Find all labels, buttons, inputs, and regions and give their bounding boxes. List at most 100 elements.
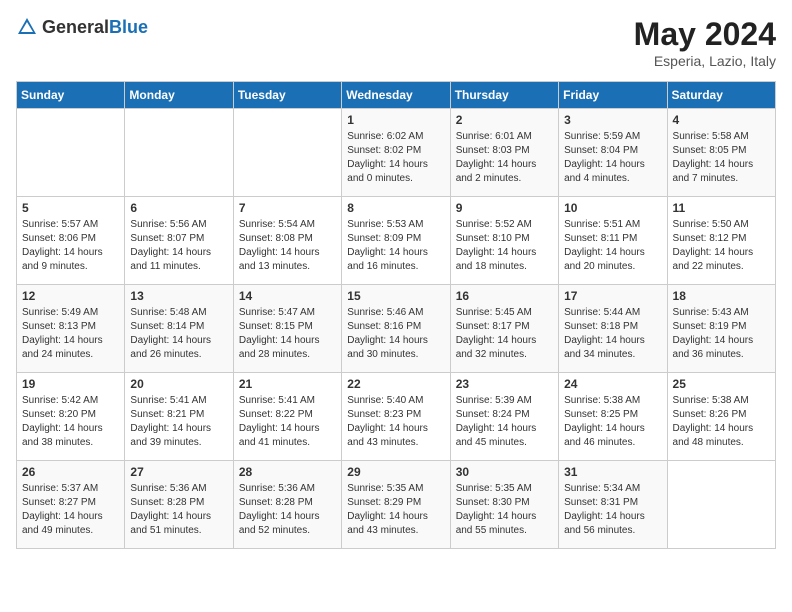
calendar-day-cell: 26 Sunrise: 5:37 AMSunset: 8:27 PMDayligh… [17,461,125,549]
day-number: 24 [564,377,661,391]
calendar-week-row: 5Sunrise: 5:57 AMSunset: 8:06 PMDaylight… [17,197,776,285]
calendar-header-row: SundayMondayTuesdayWednesdayThursdayFrid… [17,82,776,109]
calendar-day-cell: 15Sunrise: 5:46 AMSunset: 8:16 PMDayligh… [342,285,450,373]
day-info: Sunrise: 5:45 AMSunset: 8:17 PMDaylight:… [456,306,553,362]
calendar-day-cell: 6 Sunrise: 5:56 AMSunset: 8:07 PMDaylight… [125,197,233,285]
header-day: Saturday [667,82,775,109]
day-info: Sunrise: 6:01 AMSunset: 8:03 PMDaylight:… [456,130,553,186]
day-info: Sunrise: 5:41 AMSunset: 8:21 PMDaylight:… [130,394,227,450]
day-number: 22 [347,377,444,391]
day-info: Sunrise: 5:40 AMSunset: 8:23 PMDaylight:… [347,394,444,450]
day-info: Sunrise: 5:57 AMSunset: 8:06 PMDaylight:… [22,218,119,274]
logo-icon [16,16,38,38]
day-number: 3 [564,113,661,127]
calendar-day-cell: 16 Sunrise: 5:45 AMSunset: 8:17 PMDayligh… [450,285,558,373]
day-number: 14 [239,289,336,303]
day-info: Sunrise: 5:59 AMSunset: 8:04 PMDaylight:… [564,130,661,186]
calendar-day-cell: 4Sunrise: 5:58 AMSunset: 8:05 PMDaylight… [667,109,775,197]
header-day: Tuesday [233,82,341,109]
calendar-day-cell: 21 Sunrise: 5:41 AMSunset: 8:22 PMDayligh… [233,373,341,461]
day-number: 1 [347,113,444,127]
day-info: Sunrise: 5:51 AMSunset: 8:11 PMDaylight:… [564,218,661,274]
day-info: Sunrise: 5:39 AMSunset: 8:24 PMDaylight:… [456,394,553,450]
day-info: Sunrise: 5:54 AMSunset: 8:08 PMDaylight:… [239,218,336,274]
day-number: 2 [456,113,553,127]
day-info: Sunrise: 5:43 AMSunset: 8:19 PMDaylight:… [673,306,770,362]
calendar-table: SundayMondayTuesdayWednesdayThursdayFrid… [16,81,776,549]
day-info: Sunrise: 5:52 AMSunset: 8:10 PMDaylight:… [456,218,553,274]
calendar-day-cell: 10 Sunrise: 5:51 AMSunset: 8:11 PMDayligh… [559,197,667,285]
day-info: Sunrise: 5:37 AMSunset: 8:27 PMDaylight:… [22,482,119,538]
day-number: 11 [673,201,770,215]
day-number: 4 [673,113,770,127]
header-day: Wednesday [342,82,450,109]
day-info: Sunrise: 5:53 AMSunset: 8:09 PMDaylight:… [347,218,444,274]
day-number: 28 [239,465,336,479]
day-number: 23 [456,377,553,391]
day-info: Sunrise: 5:36 AMSunset: 8:28 PMDaylight:… [130,482,227,538]
calendar-week-row: 26 Sunrise: 5:37 AMSunset: 8:27 PMDayligh… [17,461,776,549]
calendar-day-cell: 31 Sunrise: 5:34 AMSunset: 8:31 PMDayligh… [559,461,667,549]
calendar-day-cell: 19 Sunrise: 5:42 AMSunset: 8:20 PMDayligh… [17,373,125,461]
day-info: Sunrise: 5:56 AMSunset: 8:07 PMDaylight:… [130,218,227,274]
day-info: Sunrise: 5:38 AMSunset: 8:26 PMDaylight:… [673,394,770,450]
calendar-day-cell [125,109,233,197]
page-header: GeneralBlue May 2024 Esperia, Lazio, Ita… [16,16,776,69]
day-info: Sunrise: 5:35 AMSunset: 8:29 PMDaylight:… [347,482,444,538]
day-number: 13 [130,289,227,303]
calendar-day-cell: 27Sunrise: 5:36 AMSunset: 8:28 PMDayligh… [125,461,233,549]
logo-general: General [42,17,109,37]
day-number: 8 [347,201,444,215]
day-number: 30 [456,465,553,479]
day-info: Sunrise: 5:49 AMSunset: 8:13 PMDaylight:… [22,306,119,362]
calendar-day-cell: 17 Sunrise: 5:44 AMSunset: 8:18 PMDayligh… [559,285,667,373]
day-number: 9 [456,201,553,215]
day-info: Sunrise: 5:50 AMSunset: 8:12 PMDaylight:… [673,218,770,274]
calendar-day-cell [233,109,341,197]
calendar-week-row: 1 Sunrise: 6:02 AMSunset: 8:02 PMDaylight… [17,109,776,197]
calendar-day-cell [17,109,125,197]
day-number: 29 [347,465,444,479]
logo: GeneralBlue [16,16,148,38]
calendar-day-cell: 12 Sunrise: 5:49 AMSunset: 8:13 PMDayligh… [17,285,125,373]
day-info: Sunrise: 5:34 AMSunset: 8:31 PMDaylight:… [564,482,661,538]
calendar-day-cell: 25Sunrise: 5:38 AMSunset: 8:26 PMDayligh… [667,373,775,461]
calendar-day-cell: 11 Sunrise: 5:50 AMSunset: 8:12 PMDayligh… [667,197,775,285]
day-number: 16 [456,289,553,303]
day-info: Sunrise: 5:41 AMSunset: 8:22 PMDaylight:… [239,394,336,450]
day-number: 26 [22,465,119,479]
calendar-body: 1 Sunrise: 6:02 AMSunset: 8:02 PMDaylight… [17,109,776,549]
calendar-day-cell: 8 Sunrise: 5:53 AMSunset: 8:09 PMDaylight… [342,197,450,285]
calendar-day-cell: 24 Sunrise: 5:38 AMSunset: 8:25 PMDayligh… [559,373,667,461]
day-info: Sunrise: 5:48 AMSunset: 8:14 PMDaylight:… [130,306,227,362]
calendar-day-cell: 23 Sunrise: 5:39 AMSunset: 8:24 PMDayligh… [450,373,558,461]
calendar-day-cell: 7Sunrise: 5:54 AMSunset: 8:08 PMDaylight… [233,197,341,285]
title-block: May 2024 Esperia, Lazio, Italy [634,16,776,69]
calendar-day-cell: 14 Sunrise: 5:47 AMSunset: 8:15 PMDayligh… [233,285,341,373]
calendar-day-cell: 3 Sunrise: 5:59 AMSunset: 8:04 PMDaylight… [559,109,667,197]
calendar-day-cell: 9 Sunrise: 5:52 AMSunset: 8:10 PMDaylight… [450,197,558,285]
day-info: Sunrise: 6:02 AMSunset: 8:02 PMDaylight:… [347,130,444,186]
day-number: 31 [564,465,661,479]
day-info: Sunrise: 5:38 AMSunset: 8:25 PMDaylight:… [564,394,661,450]
day-info: Sunrise: 5:44 AMSunset: 8:18 PMDaylight:… [564,306,661,362]
calendar-day-cell [667,461,775,549]
day-info: Sunrise: 5:47 AMSunset: 8:15 PMDaylight:… [239,306,336,362]
day-number: 17 [564,289,661,303]
calendar-week-row: 12 Sunrise: 5:49 AMSunset: 8:13 PMDayligh… [17,285,776,373]
header-day: Friday [559,82,667,109]
day-info: Sunrise: 5:42 AMSunset: 8:20 PMDaylight:… [22,394,119,450]
calendar-week-row: 19 Sunrise: 5:42 AMSunset: 8:20 PMDayligh… [17,373,776,461]
day-number: 10 [564,201,661,215]
day-number: 19 [22,377,119,391]
calendar-day-cell: 28Sunrise: 5:36 AMSunset: 8:28 PMDayligh… [233,461,341,549]
day-number: 12 [22,289,119,303]
calendar-day-cell: 2 Sunrise: 6:01 AMSunset: 8:03 PMDaylight… [450,109,558,197]
calendar-day-cell: 29 Sunrise: 5:35 AMSunset: 8:29 PMDayligh… [342,461,450,549]
day-number: 21 [239,377,336,391]
day-number: 20 [130,377,227,391]
calendar-day-cell: 1 Sunrise: 6:02 AMSunset: 8:02 PMDaylight… [342,109,450,197]
calendar-day-cell: 13 Sunrise: 5:48 AMSunset: 8:14 PMDayligh… [125,285,233,373]
day-number: 6 [130,201,227,215]
day-number: 15 [347,289,444,303]
